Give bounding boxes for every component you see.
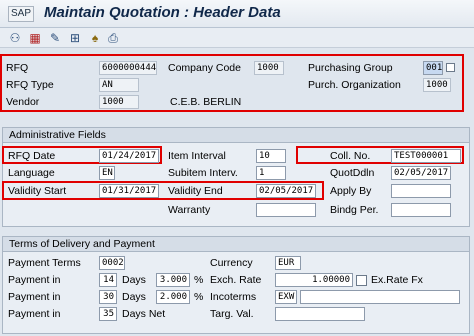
exch-rate-field[interactable]: 1.00000 (275, 273, 353, 287)
item-interval-label: Item Interval (168, 150, 226, 162)
apply-by-field[interactable] (391, 184, 451, 198)
admin-group-title: Administrative Fields (3, 128, 469, 143)
payment-percent-field-1[interactable]: 3.000 (156, 273, 190, 287)
days-label-2: Days (122, 291, 146, 303)
terms-group-title: Terms of Delivery and Payment (3, 237, 469, 252)
payment-days-field-2[interactable]: 30 (99, 290, 117, 304)
quotddln-field[interactable]: 02/05/2017 (391, 166, 451, 180)
percent-label-1: % (194, 274, 204, 286)
days-label-1: Days (122, 274, 146, 286)
target-value-field[interactable] (275, 307, 365, 321)
vendor-address-icon[interactable]: ▦ (28, 31, 42, 45)
quotddln-label: QuotDdln (330, 167, 375, 179)
statuses-icon[interactable]: ♠ (88, 31, 102, 45)
warranty-label: Warranty (168, 204, 211, 216)
value-help-icon[interactable] (446, 63, 455, 72)
vendor-label: Vendor (6, 96, 40, 108)
company-code-field[interactable]: 1000 (254, 61, 284, 75)
incoterms-label: Incoterms (210, 291, 257, 303)
rfq-date-field[interactable]: 01/24/2017 (99, 149, 159, 163)
texts-icon[interactable]: ✎ (48, 31, 62, 45)
bindg-per-field[interactable] (391, 203, 451, 217)
partners-icon[interactable]: ⊞ (68, 31, 82, 45)
purch-org-field[interactable]: 1000 (423, 78, 451, 92)
coll-no-field[interactable]: TEST000001 (391, 149, 461, 163)
payment-terms-field[interactable]: 0002 (99, 256, 125, 270)
rfq-type-field[interactable]: AN (99, 78, 139, 92)
validity-end-field[interactable]: 02/05/2017 (256, 184, 316, 198)
payment-days-field-3[interactable]: 35 (99, 307, 117, 321)
rfq-label: RFQ (6, 62, 29, 74)
purchasing-group-field[interactable]: 001 (423, 61, 443, 75)
print-icon[interactable]: ⎙ (106, 31, 120, 45)
language-field[interactable]: EN (99, 166, 115, 180)
language-label: Language (8, 167, 55, 179)
apply-by-label: Apply By (330, 185, 372, 197)
subitem-interval-field[interactable]: 1 (256, 166, 286, 180)
exch-rate-label: Exch. Rate (210, 274, 262, 286)
company-code-label: Company Code (168, 62, 241, 74)
target-value-label: Targ. Val. (210, 308, 254, 320)
subitem-interval-label: Subitem Interv. (168, 167, 238, 179)
item-interval-field[interactable]: 10 (256, 149, 286, 163)
org-data-icon[interactable]: ⚇ (8, 31, 22, 45)
payment-in-label-3: Payment in (8, 308, 61, 320)
rfq-date-label: RFQ Date (8, 150, 56, 162)
validity-start-label: Validity Start (8, 185, 67, 197)
warranty-field[interactable] (256, 203, 316, 217)
rfq-field[interactable]: 6000000444 (99, 61, 157, 75)
purchasing-group-label: Purchasing Group (308, 62, 393, 74)
validity-end-label: Validity End (168, 185, 223, 197)
incoterms-field[interactable]: EXW (275, 290, 297, 304)
sap-menu-button[interactable]: SAP (8, 6, 34, 22)
percent-label-2: % (194, 291, 204, 303)
incoterms-location-field[interactable] (300, 290, 460, 304)
days-net-label: Days Net (122, 308, 166, 320)
validity-start-field[interactable]: 01/31/2017 (99, 184, 159, 198)
rfq-type-label: RFQ Type (6, 79, 54, 91)
page-title: Maintain Quotation : Header Data (44, 4, 281, 21)
exrate-fixed-checkbox[interactable] (356, 275, 367, 286)
payment-percent-field-2[interactable]: 2.000 (156, 290, 190, 304)
currency-field[interactable]: EUR (275, 256, 301, 270)
vendor-field[interactable]: 1000 (99, 95, 139, 109)
coll-no-label: Coll. No. (330, 150, 371, 162)
currency-label: Currency (210, 257, 253, 269)
exrate-fixed-label: Ex.Rate Fx (371, 274, 423, 286)
vendor-name: C.E.B. BERLIN (170, 96, 242, 108)
payment-in-label-2: Payment in (8, 291, 61, 303)
payment-in-label-1: Payment in (8, 274, 61, 286)
payment-terms-label: Payment Terms (8, 257, 81, 269)
bindg-per-label: Bindg Per. (330, 204, 379, 216)
purch-org-label: Purch. Organization (308, 79, 401, 91)
payment-days-field-1[interactable]: 14 (99, 273, 117, 287)
